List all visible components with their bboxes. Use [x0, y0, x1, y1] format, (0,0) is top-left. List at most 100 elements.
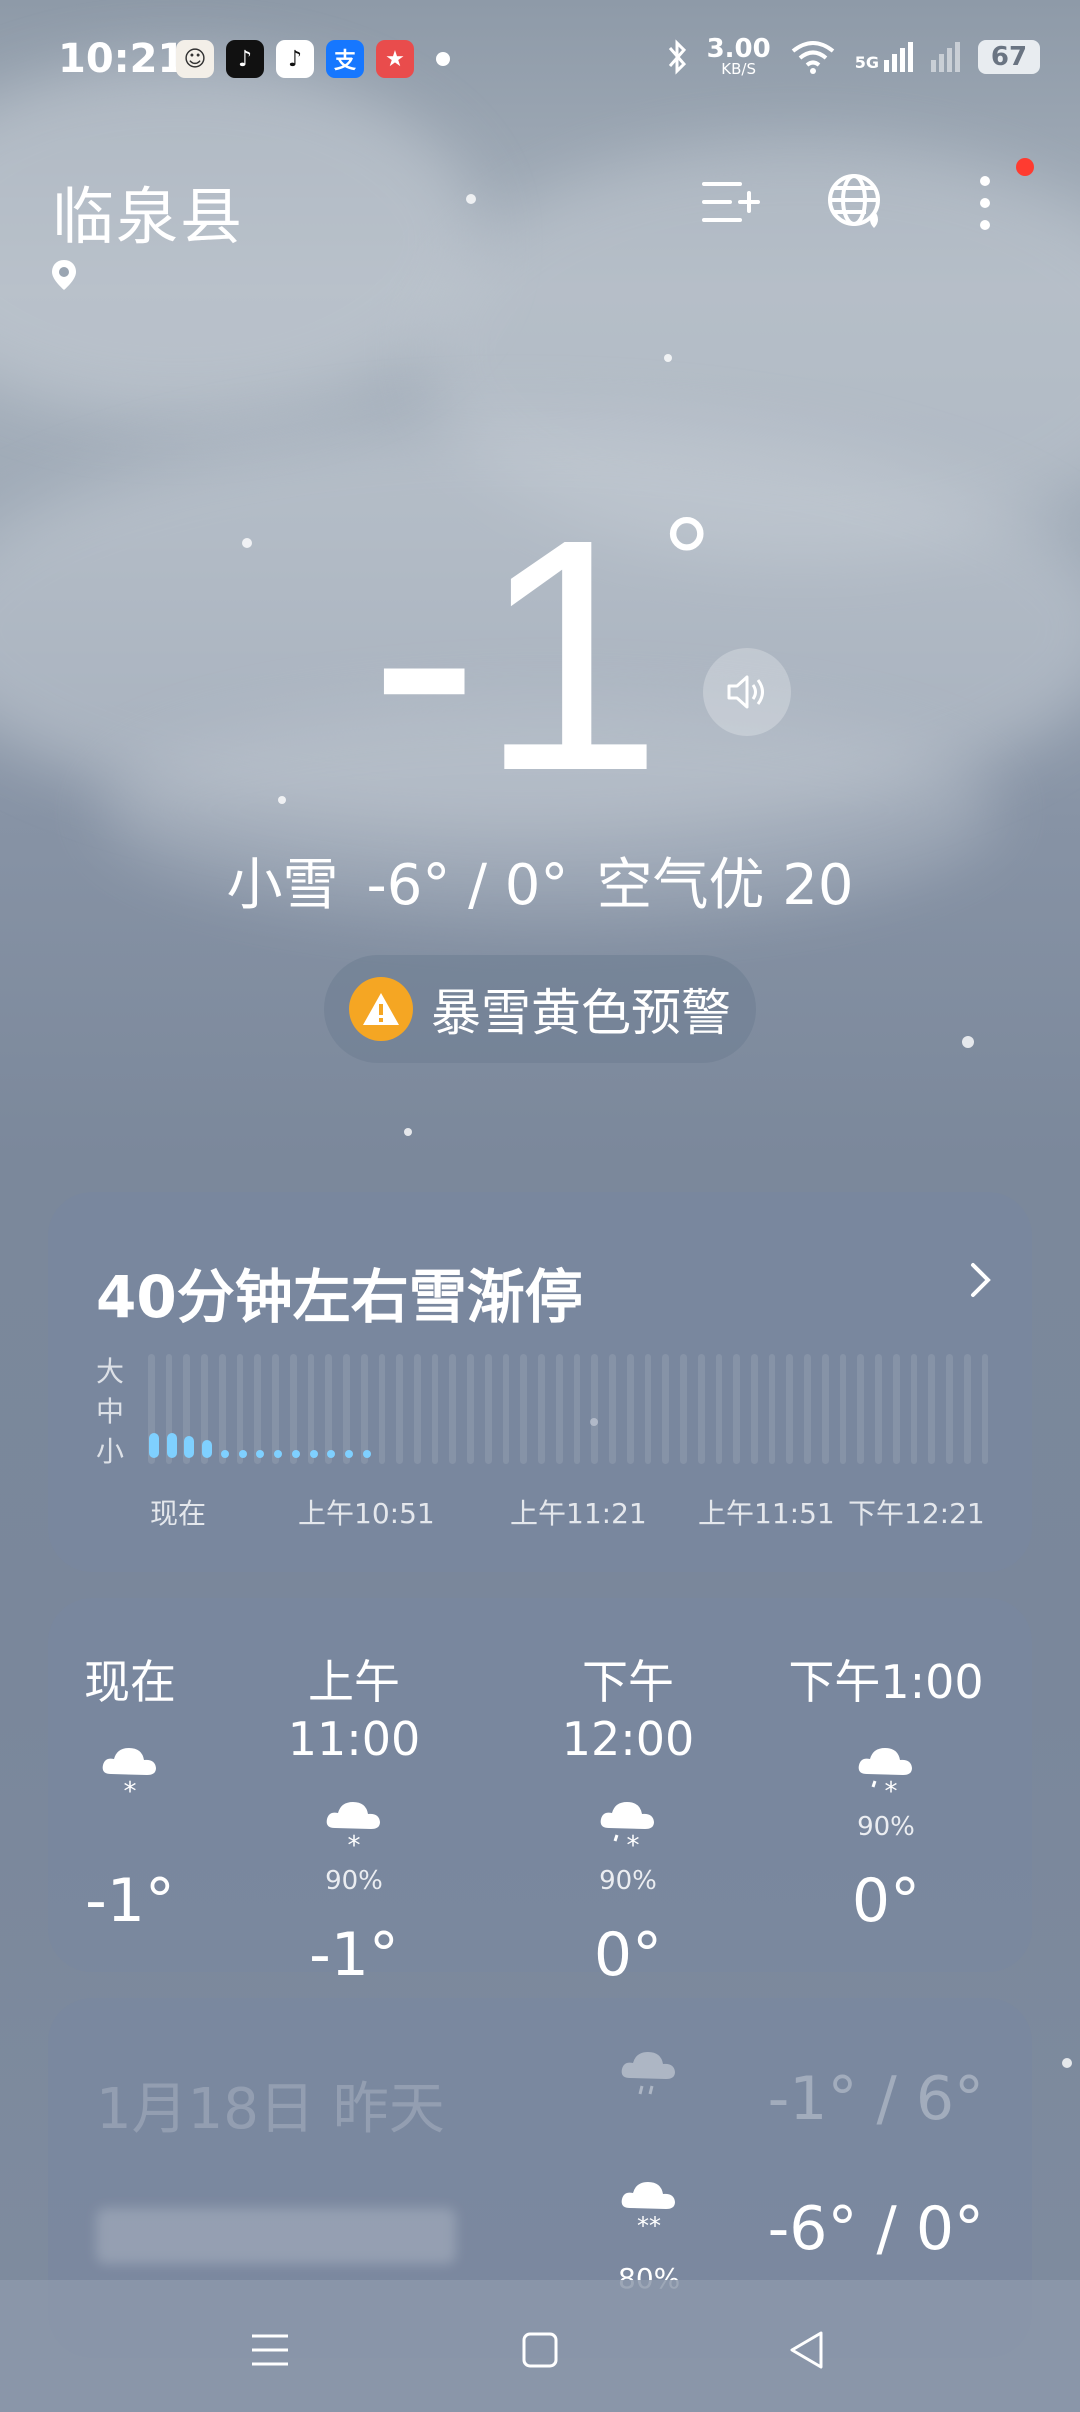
home-nav-button[interactable]	[510, 2320, 570, 2380]
warning-icon	[349, 977, 413, 1041]
network-speed: 3.00 KB/S	[707, 36, 771, 77]
add-city-icon	[702, 182, 760, 222]
daily-row-yesterday[interactable]: 1月18日 昨天 -1° / 6°	[96, 2044, 984, 2164]
signal-bar	[900, 47, 905, 72]
hour-temperature: -1°	[85, 1866, 175, 1936]
precip-bar	[520, 1354, 528, 1464]
precip-bar	[165, 1354, 177, 1464]
signal-bar	[908, 41, 913, 72]
svg-text:*: *	[124, 1777, 137, 1806]
precip-bar	[750, 1354, 758, 1464]
signal-bar	[939, 53, 944, 72]
network-speed-unit: KB/S	[721, 60, 756, 78]
warning-text: 暴雪黄色预警	[431, 984, 731, 1042]
hour-label: 下午1:00	[788, 1655, 984, 1709]
precip-bar	[289, 1354, 300, 1464]
precip-bar	[272, 1354, 283, 1464]
home-square-icon	[522, 2332, 558, 2368]
precip-bar	[662, 1354, 670, 1464]
precip-probability: 90%	[857, 1812, 915, 1842]
precip-bar-fill	[256, 1450, 265, 1458]
precip-bar-fill	[291, 1450, 300, 1458]
degree-symbol: °	[662, 493, 711, 627]
precip-bar	[396, 1354, 404, 1464]
hour-temperature: 0°	[593, 1920, 663, 1990]
precip-probability: 90%	[599, 1866, 657, 1896]
precip-bar	[857, 1354, 865, 1464]
manage-cities-button[interactable]	[695, 168, 765, 238]
snow-icon: **	[616, 2174, 682, 2244]
precip-bar	[467, 1354, 474, 1464]
precip-bar	[218, 1354, 229, 1464]
precip-bar	[201, 1354, 213, 1464]
precip-bar	[786, 1354, 794, 1464]
svg-text:*: *	[627, 1831, 640, 1860]
location-pin-icon	[52, 260, 76, 290]
weather-summary: 小雪 -6° / 0° 空气优 20	[0, 840, 1080, 921]
rain-icon	[616, 2044, 682, 2114]
signal-bar	[931, 59, 936, 72]
precip-bar	[325, 1354, 336, 1464]
hourly-forecast-card[interactable]: 现在 * -1° 上午11:00 * 90% -1° 下午12:00 * 90%…	[48, 1598, 1032, 1990]
signal-bar	[947, 47, 952, 72]
precip-bar	[609, 1354, 616, 1464]
speaker-icon	[727, 675, 764, 709]
precip-bar	[733, 1354, 740, 1464]
precip-bar	[484, 1354, 492, 1464]
precip-bar-fill	[327, 1450, 336, 1458]
system-navigation-bar	[0, 2280, 1080, 2412]
snowflake	[466, 194, 476, 204]
precipitation-card[interactable]: 40分钟左右雪渐停 大 中 小 现在 上午10:51 上午11:21 上午11:…	[48, 1192, 1032, 1572]
precip-bar	[378, 1354, 386, 1464]
hour-label: 现在	[84, 1655, 176, 1709]
light-snow-icon: *	[20, 1740, 240, 1810]
city-name[interactable]: 临泉县	[52, 166, 244, 256]
precip-bar	[839, 1354, 847, 1464]
globe-weather-button[interactable]	[822, 168, 892, 238]
voice-broadcast-button[interactable]	[703, 648, 791, 736]
svg-text:**: **	[637, 2212, 661, 2240]
more-options-button[interactable]	[950, 158, 1034, 238]
hourly-item: 下午1:00 * 90% 0°	[776, 1646, 996, 1936]
precip-bar	[981, 1354, 989, 1464]
weather-screen: 10:21 ☺ ♪ ♪ 支 ★ 3.00 KB/S 5G 67 临泉县 -1° …	[0, 0, 1080, 2412]
air-quality[interactable]: 空气优 20	[596, 853, 853, 918]
precip-bar-fill	[362, 1450, 371, 1458]
precip-bar	[343, 1354, 354, 1464]
precip-probability: 90%	[325, 1866, 383, 1896]
precip-bar	[555, 1354, 563, 1464]
weather-warning-button[interactable]: 暴雪黄色预警	[324, 955, 756, 1063]
precip-bar	[307, 1354, 318, 1464]
back-nav-button[interactable]	[776, 2320, 836, 2380]
temp-range: -6° / 0°	[366, 853, 569, 918]
menu-nav-button[interactable]	[240, 2320, 300, 2380]
hour-temperature: -1°	[309, 1920, 399, 1990]
notification-dot	[1016, 158, 1034, 176]
chevron-right-icon	[971, 1263, 991, 1297]
time-axis-label: 上午10:51	[298, 1497, 435, 1530]
precip-bar	[963, 1354, 971, 1464]
time-axis-label: 下午12:21	[848, 1497, 985, 1530]
more-vertical-icon	[980, 176, 990, 230]
hour-label: 上午11:00	[287, 1655, 421, 1766]
day-label: 1月18日 昨天	[96, 2077, 445, 2142]
snowflake	[404, 1128, 412, 1136]
precip-bar	[697, 1354, 705, 1464]
hour-label: 下午12:00	[561, 1655, 695, 1766]
precip-bar-fill	[184, 1436, 195, 1458]
avatar-app-icon: ☺	[176, 40, 214, 78]
snowflake	[962, 1036, 974, 1048]
day-temperature-range: -6° / 0°	[767, 2194, 984, 2264]
sleet-icon: *	[776, 1740, 996, 1810]
precip-bar	[680, 1354, 687, 1464]
precip-bar-fill	[309, 1450, 318, 1458]
precip-bar	[715, 1354, 723, 1464]
signal-bar	[892, 53, 897, 72]
precip-bar	[804, 1354, 811, 1464]
daily-row-today[interactable]: ** 80% -6° / 0°	[96, 2174, 984, 2295]
precip-bar	[573, 1354, 581, 1464]
tiktok-icon: ♪	[226, 40, 264, 78]
snowflake	[1062, 2058, 1072, 2068]
time-axis-label: 上午11:21	[510, 1497, 647, 1530]
intensity-label: 中	[96, 1395, 125, 1428]
